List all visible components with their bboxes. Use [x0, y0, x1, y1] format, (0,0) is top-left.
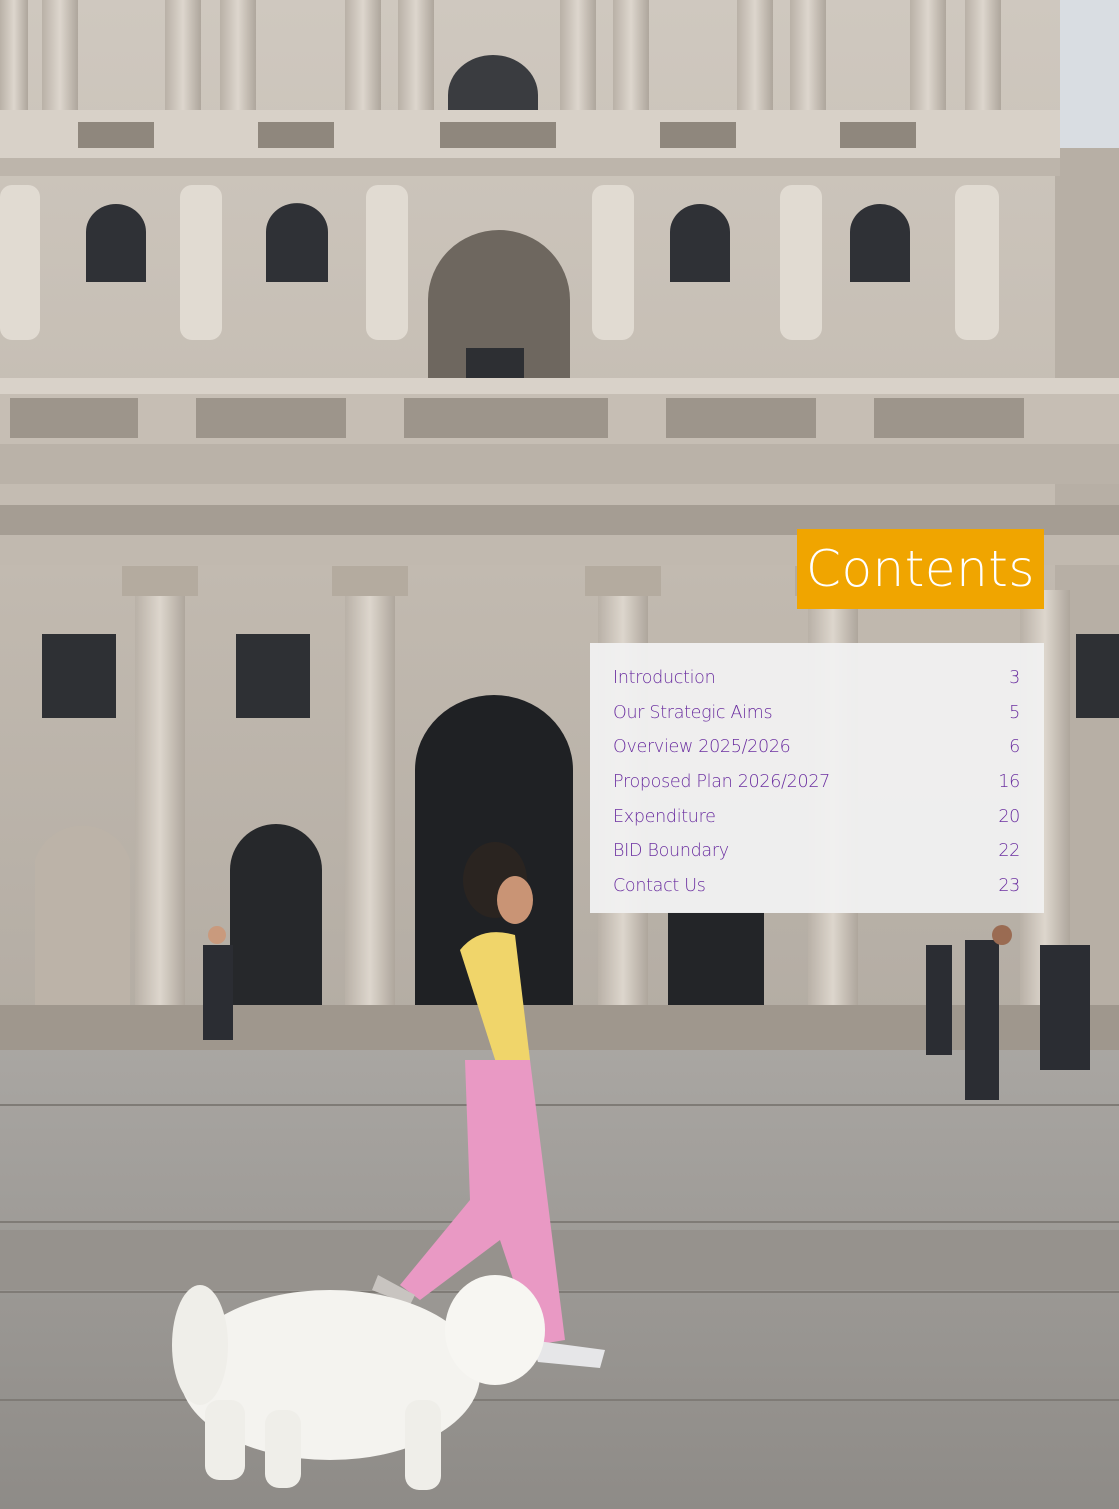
toc-item-page: 22 [998, 841, 1020, 862]
toc-item-strategic-aims[interactable]: Our Strategic Aims 5 [613, 696, 1020, 731]
toc-item-label: Overview 2025/2026 [613, 737, 791, 758]
toc-item-bid-boundary[interactable]: BID Boundary 22 [613, 834, 1020, 869]
table-of-contents: Introduction 3 Our Strategic Aims 5 Over… [590, 643, 1044, 913]
toc-item-proposed-plan[interactable]: Proposed Plan 2026/2027 16 [613, 765, 1020, 800]
toc-item-page: 3 [1009, 668, 1020, 688]
toc-item-contact-us[interactable]: Contact Us 23 [613, 869, 1020, 904]
toc-item-page: 23 [998, 876, 1020, 897]
page-title: Contents [806, 540, 1035, 598]
toc-item-introduction[interactable]: Introduction 3 [613, 661, 1020, 696]
toc-item-label: Our Strategic Aims [613, 702, 773, 723]
contents-title-box: Contents [797, 529, 1044, 609]
toc-item-overview[interactable]: Overview 2025/2026 6 [613, 730, 1020, 765]
toc-item-page: 20 [998, 806, 1020, 827]
toc-item-label: Introduction [613, 668, 716, 688]
toc-item-label: Expenditure [613, 806, 716, 827]
toc-item-label: BID Boundary [613, 841, 729, 862]
toc-item-page: 5 [1009, 702, 1020, 723]
toc-item-expenditure[interactable]: Expenditure 20 [613, 800, 1020, 835]
toc-item-label: Proposed Plan 2026/2027 [613, 772, 830, 793]
toc-item-label: Contact Us [613, 876, 706, 897]
toc-item-page: 6 [1009, 737, 1020, 758]
toc-item-page: 16 [998, 772, 1020, 793]
